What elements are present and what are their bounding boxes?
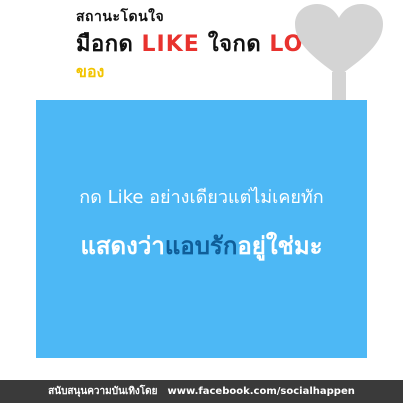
header-line-1: สถานะโดนใจ: [76, 9, 165, 25]
footer-sponsor: สนับสนุนความบันเทิงโดย: [48, 386, 158, 397]
quote-highlight: แอบรัก: [164, 232, 238, 260]
quote-panel: กด Like อย่างเดียวแต่ไม่เคยทัก แสดงว่าแอ…: [36, 100, 367, 358]
quote-line-2-part-2: อยู่ใช่มะ: [237, 232, 323, 260]
heart-sign-icon: [295, 4, 383, 104]
header-line-2-part-2: ใจกด: [199, 32, 270, 57]
footer-bar: สนับสนุนความบันเทิงโดย www.facebook.com/s…: [0, 380, 403, 403]
quote-line-1: กด Like อย่างเดียวแต่ไม่เคยทัก: [79, 187, 324, 208]
footer-url-link[interactable]: www.facebook.com/socialhappen: [168, 386, 355, 397]
header-line-2-part-1: มือกด: [76, 32, 142, 57]
quote-line-2-part-1: แสดงว่า: [80, 232, 165, 260]
header-line-3: ของ: [76, 62, 105, 81]
like-word: LIKE: [141, 32, 200, 57]
footer-text: สนับสนุนความบันเทิงโดย www.facebook.com/s…: [0, 384, 403, 399]
header: สถานะโดนใจ มือกด LIKE ใจกด LOVE ของ: [0, 0, 403, 104]
quote-line-2: แสดงว่าแอบรักอยู่ใช่มะ: [36, 226, 367, 265]
